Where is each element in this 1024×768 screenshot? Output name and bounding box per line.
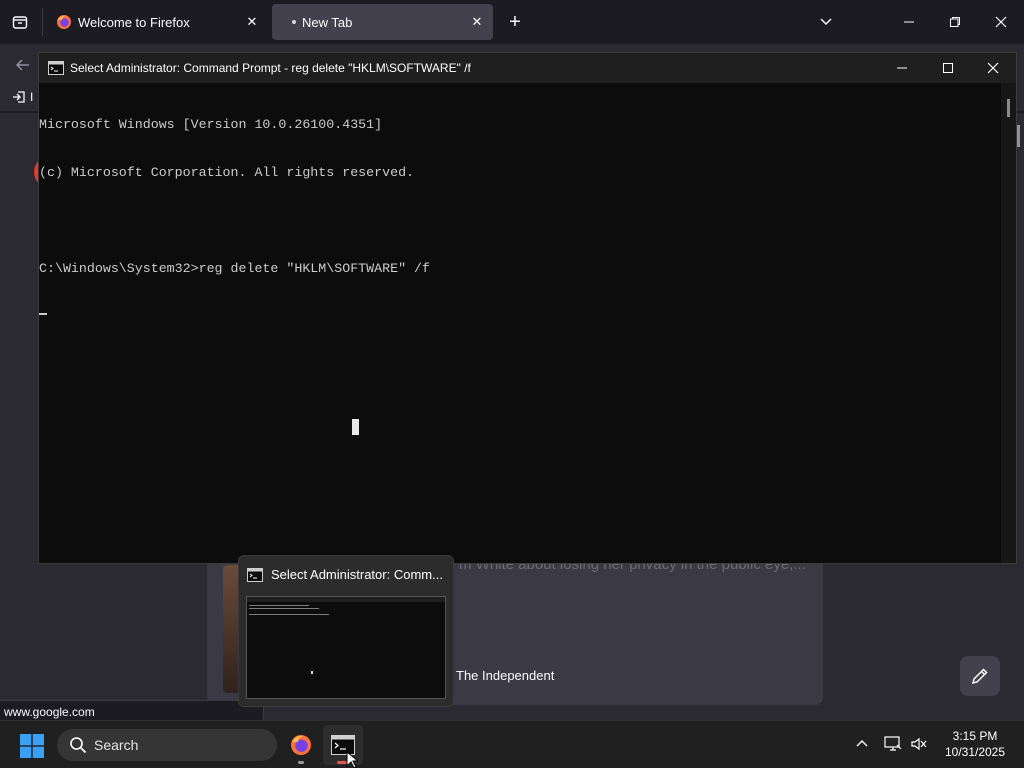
cmd-scroll-thumb[interactable]	[1007, 99, 1010, 117]
windows-taskbar: Search 3:15 PM 10/31/2025	[0, 720, 1024, 768]
tab-label: New Tab	[302, 14, 353, 30]
minimize-icon[interactable]	[886, 0, 932, 44]
cmd-scrollbar[interactable]	[1001, 83, 1016, 563]
volume-muted-icon[interactable]	[908, 733, 930, 755]
show-hidden-icons-chevron-icon[interactable]	[851, 733, 873, 755]
tab-label: Welcome to Firefox	[78, 14, 190, 30]
tab-welcome-to-firefox[interactable]: Welcome to Firefox ✕	[46, 4, 268, 40]
firefox-tab-bar: Welcome to Firefox ✕ New Tab ✕ +	[0, 0, 1024, 44]
desktop: Welcome to Firefox ✕ New Tab ✕ + I m Whi…	[0, 0, 1024, 768]
cmd-window-title: Select Administrator: Command Prompt - r…	[70, 61, 471, 75]
cmd-app-icon	[247, 567, 263, 582]
console-line: C:\Windows\System32>reg delete "HKLM\SOF…	[39, 261, 430, 276]
console-caret	[39, 313, 47, 315]
taskbar-thumbnail-preview[interactable]: Select Administrator: Comm...	[238, 555, 454, 707]
close-window-icon[interactable]	[978, 0, 1024, 44]
clock-date: 10/31/2025	[944, 745, 1006, 759]
system-clock[interactable]: 3:15 PM 10/31/2025	[936, 728, 1014, 760]
cmd-maximize-icon[interactable]	[925, 53, 971, 83]
search-label: Search	[94, 737, 139, 753]
preview-text-line	[249, 614, 329, 615]
back-arrow-icon[interactable]	[12, 54, 34, 76]
windows-start-icon[interactable]	[20, 734, 44, 758]
cmd-title-bar[interactable]: Select Administrator: Command Prompt - r…	[39, 53, 1016, 83]
firefox-favicon-icon	[56, 14, 72, 30]
restore-icon[interactable]	[932, 0, 978, 44]
close-tab-icon[interactable]: ✕	[469, 14, 485, 30]
tab-separator	[42, 8, 43, 36]
text-selection-cursor	[352, 419, 359, 435]
close-tab-icon[interactable]: ✕	[244, 14, 260, 30]
firefox-view-icon[interactable]	[8, 10, 32, 34]
search-icon	[70, 737, 87, 754]
preview-title-text: Select Administrator: Comm...	[271, 567, 443, 582]
preview-text-line	[249, 608, 319, 609]
taskbar-search-box[interactable]: Search	[57, 729, 277, 761]
console-line: Microsoft Windows [Version 10.0.26100.43…	[39, 117, 383, 132]
clock-time: 3:15 PM	[952, 729, 998, 743]
import-bookmarks-item[interactable]: I	[12, 90, 33, 104]
list-all-tabs-chevron-icon[interactable]	[815, 10, 837, 32]
new-tab-plus-icon[interactable]: +	[503, 10, 527, 34]
preview-text-line	[249, 605, 309, 606]
cmd-minimize-icon[interactable]	[879, 53, 925, 83]
preview-titlebar	[247, 597, 445, 602]
preview-cursor	[311, 671, 313, 674]
command-prompt-window[interactable]: Select Administrator: Command Prompt - r…	[38, 52, 1017, 564]
taskbar-firefox-button[interactable]	[281, 725, 321, 765]
import-label: I	[30, 90, 34, 104]
firefox-icon	[291, 735, 311, 755]
status-url: www.google.com	[0, 700, 264, 721]
story-source: The Independent	[456, 668, 555, 683]
customize-pencil-icon[interactable]	[960, 656, 1000, 696]
page-scrollbar[interactable]	[1017, 125, 1020, 147]
mouse-pointer-icon	[346, 751, 358, 768]
cmd-close-icon[interactable]	[970, 53, 1016, 83]
import-icon	[13, 91, 25, 103]
preview-image[interactable]	[246, 596, 446, 699]
new-tab-dot-icon	[292, 20, 296, 24]
cmd-console-output[interactable]: Microsoft Windows [Version 10.0.26100.43…	[39, 85, 1001, 563]
console-line: (c) Microsoft Corporation. All rights re…	[39, 165, 415, 180]
running-indicator	[298, 761, 304, 764]
network-icon[interactable]	[882, 733, 904, 755]
preview-title: Select Administrator: Comm...	[247, 567, 453, 582]
tab-new-tab[interactable]: New Tab ✕	[272, 4, 493, 40]
cmd-app-icon	[48, 61, 64, 75]
